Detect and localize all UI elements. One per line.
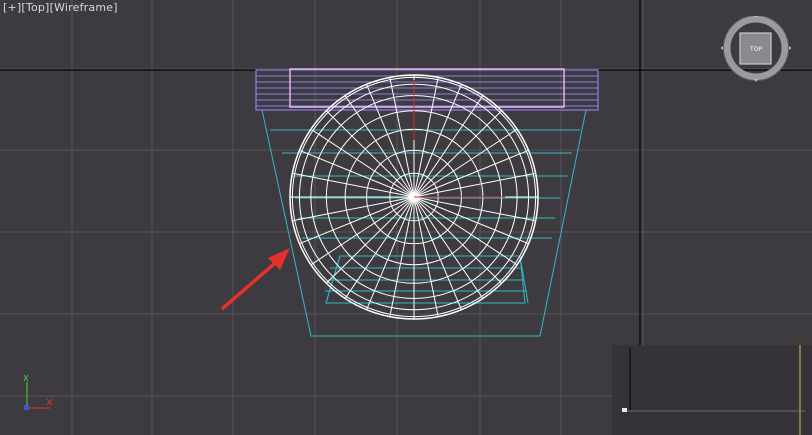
sphere-meridian [325, 196, 415, 284]
viewport-shading-menu[interactable]: [Wireframe] [50, 1, 118, 14]
axis-tripod-icon [23, 374, 53, 410]
sphere-meridian [413, 196, 503, 284]
viewport-scene[interactable] [0, 0, 812, 435]
viewport-label-menu[interactable]: [+][Top][Wireframe] [3, 1, 118, 14]
adjacent-viewport-marker [622, 408, 627, 412]
sphere-meridian [413, 110, 503, 198]
viewport-view-menu[interactable]: [Top] [21, 1, 49, 14]
chair-outline [261, 109, 587, 337]
annotation-arrow-icon [220, 248, 290, 311]
top-viewport[interactable]: [+][Top][Wireframe] TOP [0, 0, 812, 435]
adjacent-viewport-panel [612, 345, 812, 435]
adjacent-viewport-edge [612, 345, 812, 435]
viewport-plus-menu[interactable]: [+] [3, 1, 21, 14]
tripod-z-axis [24, 405, 29, 410]
sphere-wireframe-object[interactable] [289, 74, 539, 320]
viewcube-face-label: TOP [749, 46, 762, 53]
arrow-shaft [220, 256, 283, 311]
sphere-meridian [325, 110, 415, 198]
viewcube-compass-icon[interactable]: TOP [720, 14, 792, 86]
